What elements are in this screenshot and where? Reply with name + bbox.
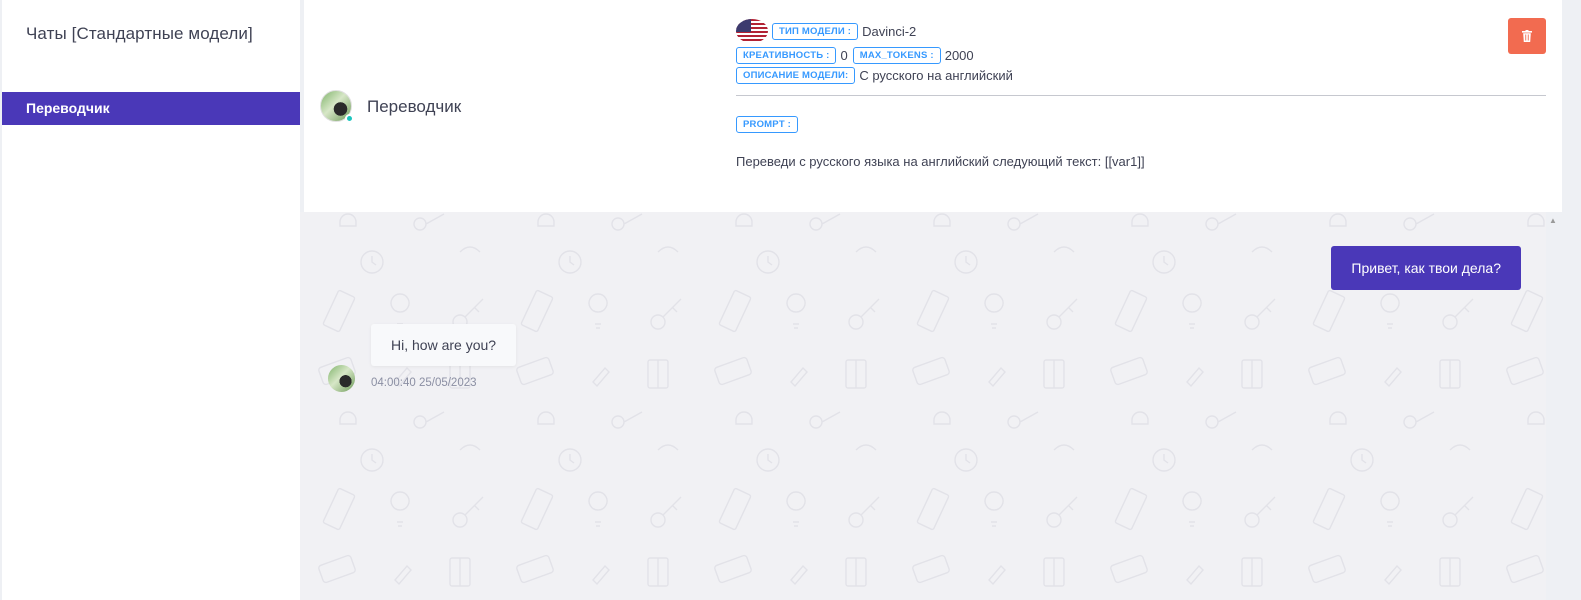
us-flag-icon	[736, 19, 768, 43]
creativity-badge: КРЕАТИВНОСТЬ :	[736, 46, 837, 64]
sidebar-item-translator[interactable]: Переводчик	[2, 92, 300, 125]
delete-chat-button[interactable]	[1508, 18, 1546, 54]
max-tokens-badge: MAX_TOKENS :	[852, 46, 941, 64]
model-type-badge: ТИП МОДЕЛИ :	[772, 22, 859, 40]
trash-icon	[1522, 30, 1532, 42]
prompt-badge: PROMPT :	[736, 115, 799, 133]
bot-avatar	[328, 365, 355, 392]
chat-area: Привет, как твои дела? Hi, how are you? …	[300, 212, 1546, 600]
creativity-value: 0	[840, 47, 848, 63]
scroll-up-icon[interactable]: ▲	[1549, 216, 1557, 225]
description-value: С русского на английский	[859, 67, 1013, 83]
chat-title: Переводчик	[367, 97, 462, 116]
avatar	[320, 90, 354, 123]
prompt-text: Переведи с русского языка на английский …	[736, 154, 1145, 169]
model-meta: ТИП МОДЕЛИ : Davinci-2 КРЕАТИВНОСТЬ : 0 …	[736, 18, 1546, 169]
online-status-icon	[345, 114, 354, 123]
model-type-value: Davinci-2	[862, 23, 917, 39]
max-tokens-value: 2000	[944, 47, 974, 63]
message-timestamp: 04:00:40 25/05/2023	[371, 377, 477, 389]
sidebar-title: Чаты [Стандартные модели]	[26, 24, 253, 43]
chat-header: Переводчик ТИП МОДЕЛИ : Davinci-2 КРЕАТИ…	[304, 0, 1562, 212]
divider	[736, 95, 1546, 96]
description-badge: ОПИСАНИЕ МОДЕЛИ:	[736, 66, 856, 84]
sidebar: Чаты [Стандартные модели] Переводчик	[2, 0, 300, 600]
incoming-message: Hi, how are you?	[371, 324, 517, 366]
outgoing-message: Привет, как твои дела?	[1331, 246, 1521, 290]
